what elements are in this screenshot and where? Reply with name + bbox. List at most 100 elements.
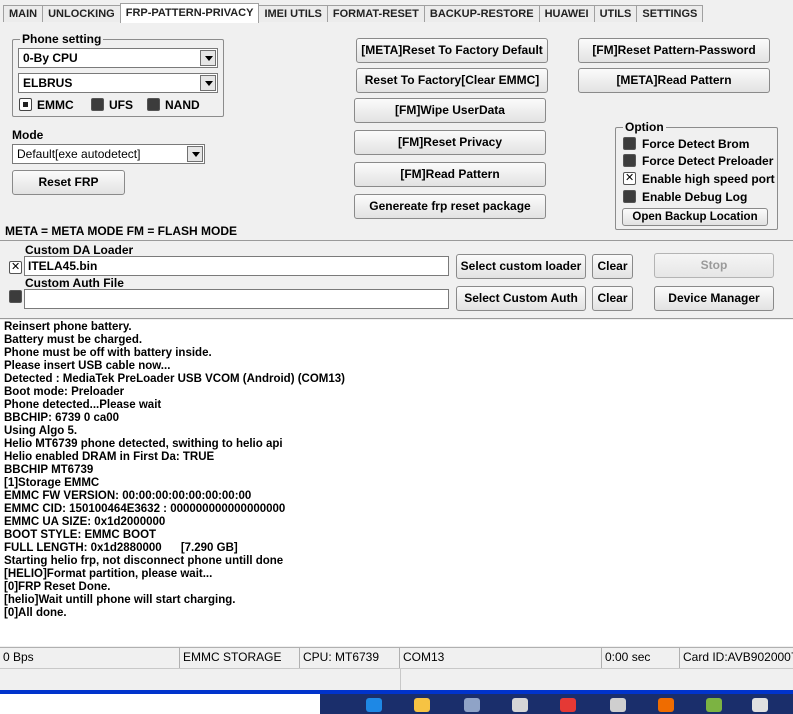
select-custom-auth-button[interactable]: Select Custom Auth [456,286,586,311]
log-line: BBCHIP: 6739 0 ca00 [4,412,120,424]
custom-da-input[interactable]: ITELA45.bin [24,256,449,276]
log-line: Please insert USB cable now... [4,360,171,372]
app-icon[interactable] [610,698,626,712]
storage-emmc-radio[interactable] [19,98,32,111]
tab-unlocking[interactable]: UNLOCKING [42,5,121,22]
taskbar-search-area[interactable] [0,694,320,714]
stop-button[interactable]: Stop [654,253,774,278]
tab-backup-restore[interactable]: BACKUP-RESTORE [423,5,540,22]
mode-select[interactable]: Default[exe autodetect] [12,144,205,164]
log-line: [0]FRP Reset Done. [4,581,111,593]
clear-auth-button[interactable]: Clear [592,286,633,311]
tab-utils[interactable]: UTILS [593,5,638,22]
mode-legend: META = META MODE FM = FLASH MODE [5,224,237,238]
force-detect-preloader-checkbox[interactable] [623,154,636,167]
status-cpu: CPU: MT6739 [300,648,400,668]
enable-high-speed-port-label: Enable high speed port [642,172,775,186]
enable-debug-log-label: Enable Debug Log [642,190,748,204]
enable-high-speed-port-checkbox[interactable] [623,171,636,185]
log-line: Helio MT6739 phone detected, swithing to… [4,438,283,450]
log-line: Detected : MediaTek PreLoader USB VCOM (… [4,373,345,385]
log-line: [helio]Wait untill phone will start char… [4,594,236,606]
fm-reset-privacy-button[interactable]: [FM]Reset Privacy [354,130,546,155]
generate-frp-package-button[interactable]: Genereate frp reset package [354,194,546,219]
force-detect-brom-label: Force Detect Brom [642,137,750,151]
android-icon[interactable] [706,698,722,712]
reset-frp-button[interactable]: Reset FRP [12,170,125,195]
model-select-value: ELBRUS [23,76,73,90]
log-output[interactable]: Reinsert phone battery. Battery must be … [0,320,793,646]
mode-label: Mode [12,128,44,142]
log-line: Reinsert phone battery. [4,321,132,333]
log-line: BBCHIP MT6739 [4,464,94,476]
select-custom-loader-button[interactable]: Select custom loader [456,254,586,279]
log-line: EMMC UA SIZE: 0x1d2000000 [4,516,166,528]
progress-bar-area [0,668,793,691]
custom-auth-checkbox[interactable] [9,290,22,303]
chevron-down-icon[interactable] [200,75,216,91]
fm-wipe-userdata-button[interactable]: [FM]Wipe UserData [354,98,546,123]
storage-nand-label: NAND [165,98,200,112]
app-icon[interactable] [512,698,528,712]
progress-divider [400,669,401,691]
log-line: Phone must be off with battery inside. [4,347,212,359]
status-bar: 0 Bps EMMC STORAGE CPU: MT6739 COM13 0:0… [0,647,793,668]
log-line: EMMC CID: 150100464E3632 : 0000000000000… [4,503,286,515]
force-detect-preloader-label: Force Detect Preloader [642,154,774,168]
app-icon[interactable] [752,698,768,712]
custom-da-checkbox[interactable] [9,260,22,274]
chevron-down-icon[interactable] [187,146,203,162]
model-select[interactable]: ELBRUS [18,73,218,93]
tab-main[interactable]: MAIN [3,5,44,22]
status-speed: 0 Bps [0,648,180,668]
log-line: Boot mode: Preloader [4,386,125,398]
custom-auth-label: Custom Auth File [25,276,124,290]
log-line: [HELIO]Format partition, please wait... [4,568,213,580]
storage-nand-radio[interactable] [147,98,160,111]
tab-huawei[interactable]: HUAWEI [538,5,595,22]
status-card-id: Card ID:AVB9020007 [683,650,793,664]
storage-emmc-label: EMMC [37,98,74,112]
log-line: [1]Storage EMMC [4,477,100,489]
storage-ufs-radio[interactable] [91,98,104,111]
log-line: [0]All done. [4,607,67,619]
browser-icon[interactable] [366,698,382,712]
log-line: Using Algo 5. [4,425,78,437]
tab-bar: MAIN UNLOCKING FRP-PATTERN-PRIVACY IMEI … [3,3,704,23]
tab-settings[interactable]: SETTINGS [636,5,704,22]
log-line: Helio enabled DRAM in First Da: TRUE [4,451,215,463]
folder-icon[interactable] [414,698,430,712]
log-line: BOOT STYLE: EMMC BOOT [4,529,157,541]
app-icon[interactable] [658,698,674,712]
custom-auth-input[interactable] [24,289,449,309]
reset-factory-clear-emmc-button[interactable]: Reset To Factory[Clear EMMC] [356,68,548,93]
fm-read-pattern-button[interactable]: [FM]Read Pattern [354,162,546,187]
chevron-down-icon[interactable] [200,50,216,66]
mode-select-value: Default[exe autodetect] [17,147,141,161]
clear-loader-button[interactable]: Clear [592,254,633,279]
enable-debug-log-checkbox[interactable] [623,190,636,203]
storage-ufs-label: UFS [109,98,133,112]
open-backup-location-button[interactable]: Open Backup Location [622,208,768,226]
cpu-select-value: 0-By CPU [23,51,78,65]
fm-reset-pattern-password-button[interactable]: [FM]Reset Pattern-Password [578,38,770,63]
custom-da-label: Custom DA Loader [25,243,134,257]
tab-imei-utils[interactable]: IMEI UTILS [258,5,328,22]
cpu-select[interactable]: 0-By CPU [18,48,218,68]
force-detect-brom-checkbox[interactable] [623,137,636,150]
section-divider [0,240,793,241]
log-line: Battery must be charged. [4,334,143,346]
log-line: Starting helio frp, not disconnect phone… [4,555,284,567]
taskbar [0,690,793,714]
phone-setting-title: Phone setting [20,32,104,46]
tab-frp-pattern-privacy[interactable]: FRP-PATTERN-PRIVACY [119,3,260,23]
log-line: FULL LENGTH: 0x1d2880000 [7.290 GB] [4,542,238,554]
tab-format-reset[interactable]: FORMAT-RESET [326,5,425,22]
device-manager-button[interactable]: Device Manager [654,286,774,311]
meta-read-pattern-button[interactable]: [META]Read Pattern [578,68,770,93]
meta-reset-factory-button[interactable]: [META]Reset To Factory Default [356,38,548,63]
app-icon[interactable] [464,698,480,712]
chrome-icon[interactable] [560,698,576,712]
status-port: COM13 [400,648,602,668]
status-storage: EMMC STORAGE [180,648,300,668]
